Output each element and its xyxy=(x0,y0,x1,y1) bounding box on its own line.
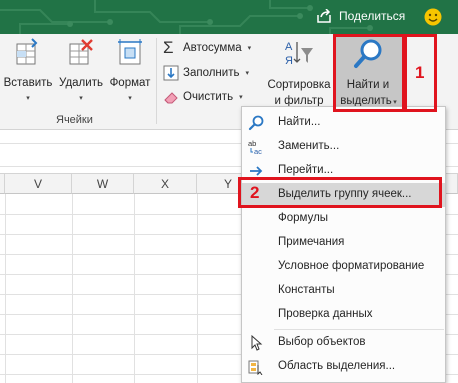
autosum-button[interactable]: Σ Автосумма ▾ xyxy=(163,38,252,57)
fill-label: Заполнить xyxy=(183,67,240,79)
menu-separator xyxy=(274,329,444,330)
menu-item-selection-pane-label: Область выделения... xyxy=(278,360,396,372)
format-label: Формат xyxy=(109,77,151,89)
share-button[interactable]: Поделиться xyxy=(316,9,405,23)
share-icon xyxy=(317,9,331,23)
delete-label: Удалить xyxy=(59,77,103,89)
format-button[interactable]: Формат ▾ xyxy=(106,38,154,110)
menu-item-selection-pane[interactable]: Область выделения... xyxy=(242,355,445,379)
menu-item-conditional-formatting[interactable]: Условное форматирование xyxy=(242,255,445,279)
menu-item-select-objects[interactable]: Выбор объектов xyxy=(242,331,445,355)
menu-item-constants[interactable]: Константы xyxy=(242,279,445,303)
delete-button[interactable]: Удалить ▾ xyxy=(56,38,106,110)
annotation-number-2: 2 xyxy=(250,183,260,202)
menu-item-data-validation[interactable]: Проверка данных xyxy=(242,303,445,327)
menu-item-comments-label: Примечания xyxy=(278,236,345,248)
autosum-label: Автосумма xyxy=(183,42,242,54)
share-label: Поделиться xyxy=(339,9,406,23)
clear-button[interactable]: Очистить ▾ xyxy=(163,89,243,105)
menu-item-comments[interactable]: Примечания xyxy=(242,231,445,255)
format-caret-icon: ▾ xyxy=(128,95,132,102)
grid-col-line xyxy=(197,194,198,383)
clear-caret-icon: ▾ xyxy=(239,94,243,101)
title-bar: Поделиться xyxy=(0,0,458,34)
insert-caret-icon: ▾ xyxy=(26,95,30,102)
grid-col-line xyxy=(5,194,6,383)
find-select-menu: Найти... ab ac Заменить... Перейти... Вы… xyxy=(241,106,446,383)
menu-item-find-label: Найти... xyxy=(278,116,321,128)
menu-item-find[interactable]: Найти... xyxy=(242,111,445,135)
group-separator xyxy=(156,38,157,124)
grid-col-line xyxy=(134,194,135,383)
fill-down-icon xyxy=(163,65,179,81)
fill-caret-icon: ▾ xyxy=(245,70,249,77)
autosum-caret-icon: ▾ xyxy=(247,45,252,52)
smiley-feedback-icon[interactable] xyxy=(424,8,442,26)
fill-button[interactable]: Заполнить ▾ xyxy=(163,65,249,81)
excel-window: Поделиться Вставить ▾ Удалить ▾ Формат ▾… xyxy=(0,0,458,383)
menu-item-replace[interactable]: ab ac Заменить... xyxy=(242,135,445,159)
menu-item-goto-label: Перейти... xyxy=(278,164,334,176)
replace-ab-ac-icon: ab ac xyxy=(248,139,262,155)
insert-cells-icon xyxy=(16,38,38,65)
menu-item-data-validation-label: Проверка данных xyxy=(278,308,373,320)
cursor-arrow-icon xyxy=(251,335,263,351)
svg-text:ac: ac xyxy=(254,147,262,155)
annotation-box-select-special xyxy=(238,177,442,208)
menu-item-select-objects-label: Выбор объектов xyxy=(278,336,366,348)
insert-label: Вставить xyxy=(3,77,53,89)
menu-item-formulas-label: Формулы xyxy=(278,212,329,224)
grid-col-line xyxy=(72,194,73,383)
magnifier-icon xyxy=(248,115,264,131)
svg-text:Я: Я xyxy=(285,55,293,67)
sort-filter-button[interactable]: A Я Сортировка и фильтр xyxy=(266,38,332,112)
clear-label: Очистить xyxy=(183,91,234,103)
column-header-v[interactable]: V xyxy=(5,174,72,194)
svg-text:A: A xyxy=(285,41,293,53)
menu-item-constants-label: Константы xyxy=(278,284,335,296)
format-cells-icon xyxy=(118,39,142,65)
eraser-icon xyxy=(164,92,178,104)
delete-cells-icon xyxy=(69,39,93,65)
selection-pane-icon xyxy=(248,360,263,375)
sort-filter-icon: A Я xyxy=(285,41,313,67)
delete-caret-icon: ▾ xyxy=(79,95,83,102)
cells-group-label: Ячейки xyxy=(56,114,93,126)
menu-item-replace-label: Заменить... xyxy=(278,140,340,152)
sigma-icon: Σ xyxy=(163,38,174,57)
insert-button[interactable]: Вставить ▾ xyxy=(0,38,56,110)
menu-item-formulas[interactable]: Формулы xyxy=(242,207,445,231)
sort-label-line1: Сортировка xyxy=(267,79,331,91)
column-header-w[interactable]: W xyxy=(72,174,134,194)
menu-item-conditional-formatting-label: Условное форматирование xyxy=(278,260,425,272)
column-header-x[interactable]: X xyxy=(134,174,197,194)
annotation-number-1: 1 xyxy=(415,63,425,82)
annotation-box-find xyxy=(333,34,405,112)
